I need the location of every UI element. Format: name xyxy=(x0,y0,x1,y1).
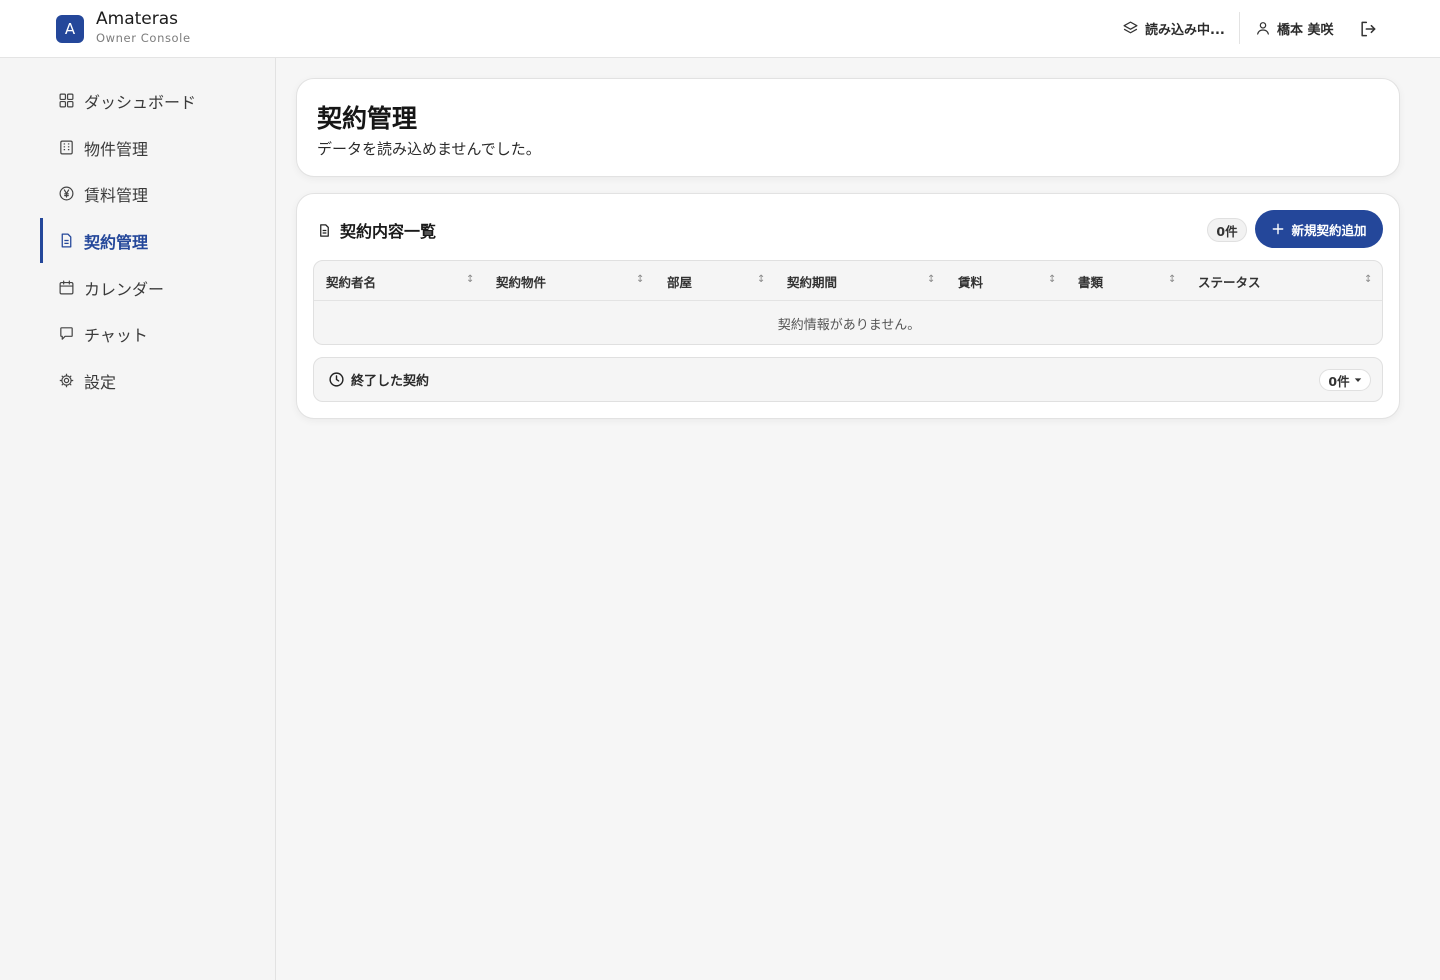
sort-icon[interactable]: ↕ xyxy=(466,274,474,285)
ended-contracts-title-text: 終了した契約 xyxy=(351,374,430,389)
sort-icon[interactable]: ↕ xyxy=(927,274,935,285)
contract-list-card: 契約内容一覧 0件 新規契約追加 契約者名 ↕ 契約物件 ↕ 部屋 ↕ 契約期間… xyxy=(296,193,1400,419)
sidebar-item-contracts[interactable]: 契約管理 xyxy=(40,218,276,263)
sidebar-item-settings[interactable]: 設定 xyxy=(40,358,276,403)
calendar-icon xyxy=(59,280,74,295)
sidebar-item-label: 設定 xyxy=(84,372,117,392)
sort-icon[interactable]: ↕ xyxy=(1048,274,1056,285)
sidebar-item-label: カレンダー xyxy=(84,279,165,299)
top-header: A Amateras Owner Console 読み込み中... 橋本 美咲 xyxy=(0,0,1440,58)
sidebar-item-label: ダッシュボード xyxy=(84,92,197,112)
sort-icon[interactable]: ↕ xyxy=(757,274,765,285)
contract-list-title-text: 契約内容一覧 xyxy=(340,222,437,241)
page-title: 契約管理 xyxy=(317,104,418,133)
loading-label: 読み込み中... xyxy=(1145,22,1225,38)
contract-count-badge: 0件 xyxy=(1207,218,1247,242)
logout-icon xyxy=(1361,21,1376,37)
chevron-down-icon xyxy=(1354,378,1361,382)
column-header-status[interactable]: ステータス xyxy=(1198,261,1261,301)
sidebar-item-label: 賃料管理 xyxy=(84,185,149,205)
column-header-property[interactable]: 契約物件 xyxy=(496,261,546,301)
plus-icon xyxy=(1273,223,1284,235)
document-icon xyxy=(320,223,329,237)
document-icon xyxy=(61,233,72,248)
brand-subtitle: Owner Console xyxy=(96,31,191,45)
ended-contracts-section[interactable]: 終了した契約 0件 xyxy=(313,357,1383,402)
header-divider xyxy=(1239,12,1240,44)
column-header-rent[interactable]: 賃料 xyxy=(958,261,983,301)
sidebar-item-rent[interactable]: 賃料管理 xyxy=(40,171,276,216)
logout-button[interactable] xyxy=(1358,19,1378,39)
layers-icon xyxy=(1123,20,1138,33)
column-header-tenant[interactable]: 契約者名 xyxy=(326,261,376,301)
dashboard-icon xyxy=(59,93,74,108)
page-header-card: 契約管理 データを読み込めませんでした。 xyxy=(296,78,1400,177)
add-contract-label: 新規契約追加 xyxy=(1291,222,1367,238)
sidebar: ダッシュボード 物件管理 賃料管理 契約管理 カレンダー チャット 設定 xyxy=(0,58,276,980)
contract-table: 契約者名 ↕ 契約物件 ↕ 部屋 ↕ 契約期間 ↕ 賃料 ↕ 書類 ↕ ステータ… xyxy=(313,260,1383,345)
property-switcher[interactable]: 読み込み中... xyxy=(1122,18,1225,38)
column-header-period[interactable]: 契約期間 xyxy=(787,261,837,301)
ended-count-toggle[interactable]: 0件 xyxy=(1319,369,1371,391)
app-logo: A xyxy=(56,15,84,43)
sidebar-item-label: 契約管理 xyxy=(84,232,149,252)
sidebar-item-dashboard[interactable]: ダッシュボード xyxy=(40,78,276,123)
add-contract-button[interactable]: 新規契約追加 xyxy=(1255,210,1383,248)
sidebar-item-calendar[interactable]: カレンダー xyxy=(40,265,276,310)
yen-circle-icon xyxy=(59,186,74,201)
sort-icon[interactable]: ↕ xyxy=(636,274,644,285)
contract-list-title: 契約内容一覧 xyxy=(317,218,436,242)
gear-icon xyxy=(59,373,74,388)
empty-table-message: 契約情報がありません。 xyxy=(777,318,921,333)
chat-icon xyxy=(60,327,73,340)
ended-contracts-title: 終了した契約 xyxy=(328,370,429,389)
ended-count: 0件 xyxy=(1328,373,1350,389)
load-error-message: データを読み込めませんでした。 xyxy=(317,140,541,158)
table-header: 契約者名 ↕ 契約物件 ↕ 部屋 ↕ 契約期間 ↕ 賃料 ↕ 書類 ↕ ステータ… xyxy=(314,261,1382,301)
sidebar-item-label: 物件管理 xyxy=(84,139,149,159)
sort-icon[interactable]: ↕ xyxy=(1364,274,1372,285)
sidebar-item-label: チャット xyxy=(84,325,148,345)
column-header-room[interactable]: 部屋 xyxy=(667,261,692,301)
clock-icon xyxy=(329,372,344,387)
user-icon xyxy=(1257,22,1269,35)
column-header-documents[interactable]: 書類 xyxy=(1078,261,1103,301)
brand-name: Amateras xyxy=(96,9,178,29)
sidebar-item-chat[interactable]: チャット xyxy=(40,311,276,356)
user-name: 橋本 美咲 xyxy=(1277,22,1334,38)
building-icon xyxy=(60,140,73,155)
sort-icon[interactable]: ↕ xyxy=(1168,274,1176,285)
sidebar-item-properties[interactable]: 物件管理 xyxy=(40,125,276,170)
user-menu[interactable]: 橋本 美咲 xyxy=(1255,18,1334,38)
